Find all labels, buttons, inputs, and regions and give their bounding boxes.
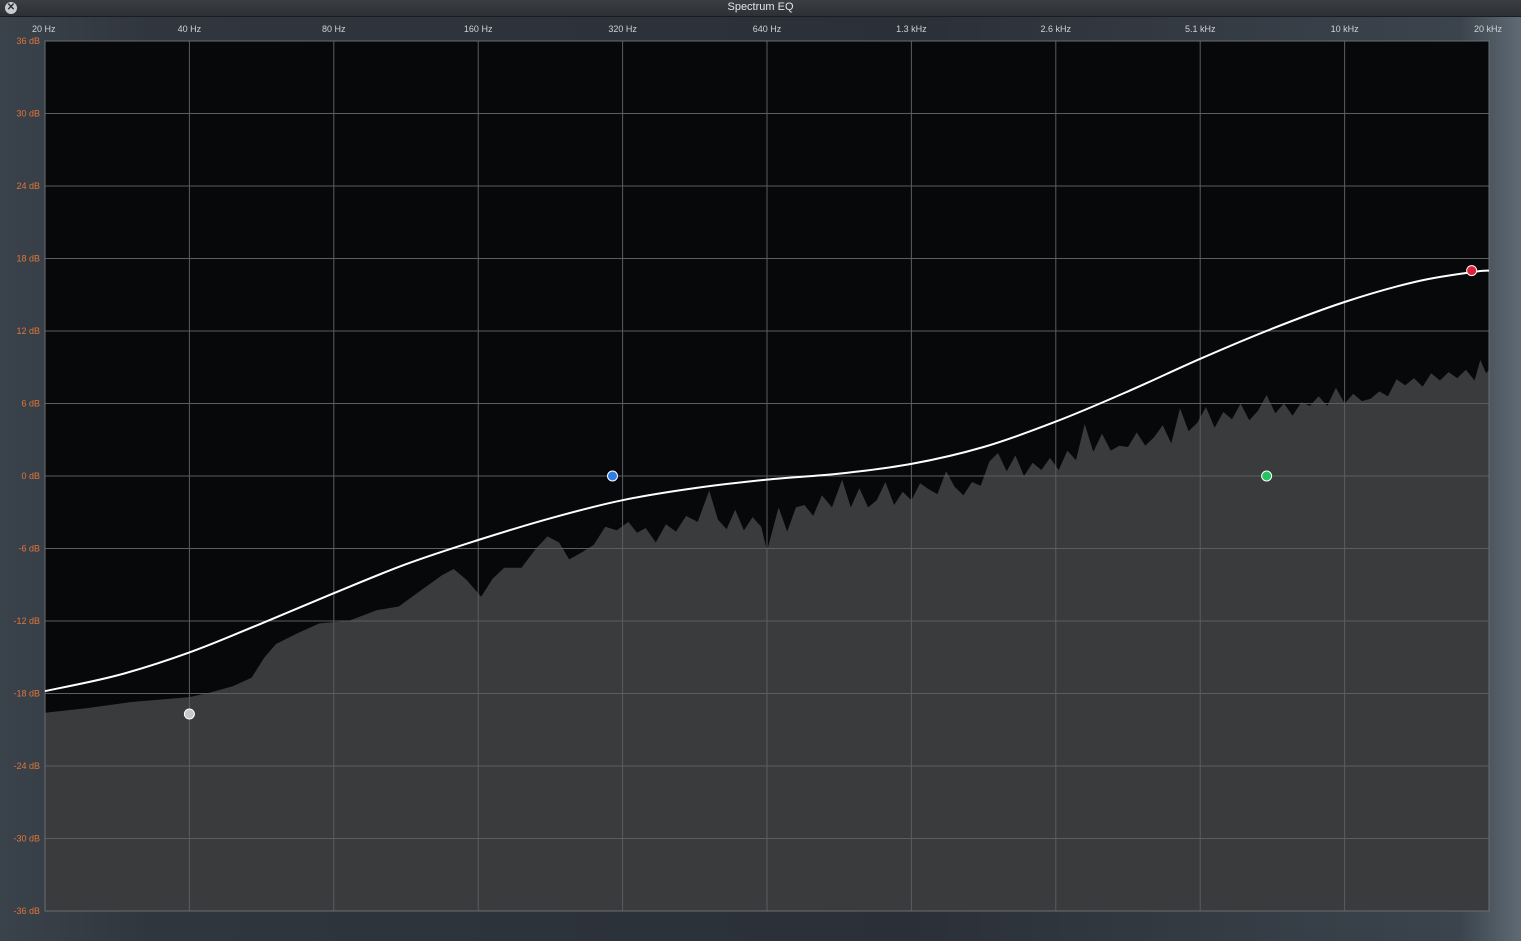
gain-label: 30 dB [16, 109, 40, 119]
frequency-label: 1.3 kHz [896, 24, 927, 34]
frequency-label: 5.1 kHz [1185, 24, 1216, 34]
eq-graph[interactable]: 20 Hz 40 Hz 80 Hz 160 Hz 320 Hz 640 Hz 1.3 kHz… [0, 0, 1521, 941]
frequency-label: 320 Hz [608, 24, 637, 34]
gain-label: -36 dB [13, 906, 40, 916]
frequency-label: 2.6 kHz [1041, 24, 1072, 34]
gain-label: 36 dB [16, 36, 40, 46]
gain-label: -18 dB [13, 689, 40, 699]
gain-label: -12 dB [13, 616, 40, 626]
spectrum-eq-window: ✕ Spectrum EQ 20 Hz 40 Hz 80 Hz 160 Hz 320 H… [0, 0, 1521, 941]
eq-band-handle-high-shelf[interactable] [1466, 265, 1478, 277]
gain-label: 18 dB [16, 254, 40, 264]
gain-label: -6 dB [18, 544, 40, 554]
frequency-label: 20 kHz [1474, 24, 1503, 34]
eq-band-handle-low-mid[interactable] [606, 470, 618, 482]
gain-label: 24 dB [16, 181, 40, 191]
gain-label: -30 dB [13, 834, 40, 844]
frequency-label: 10 kHz [1331, 24, 1360, 34]
gain-label: 0 dB [21, 471, 40, 481]
eq-band-handle-low-shelf[interactable] [183, 708, 195, 720]
frequency-label: 160 Hz [464, 24, 493, 34]
frequency-label: 20 Hz [32, 24, 56, 34]
frequency-label: 80 Hz [322, 24, 346, 34]
frequency-label: 40 Hz [178, 24, 202, 34]
gain-label: 12 dB [16, 326, 40, 336]
gain-label: 6 dB [21, 399, 40, 409]
frequency-label: 640 Hz [753, 24, 782, 34]
gain-label: -24 dB [13, 761, 40, 771]
eq-band-handle-high-mid[interactable] [1261, 470, 1273, 482]
